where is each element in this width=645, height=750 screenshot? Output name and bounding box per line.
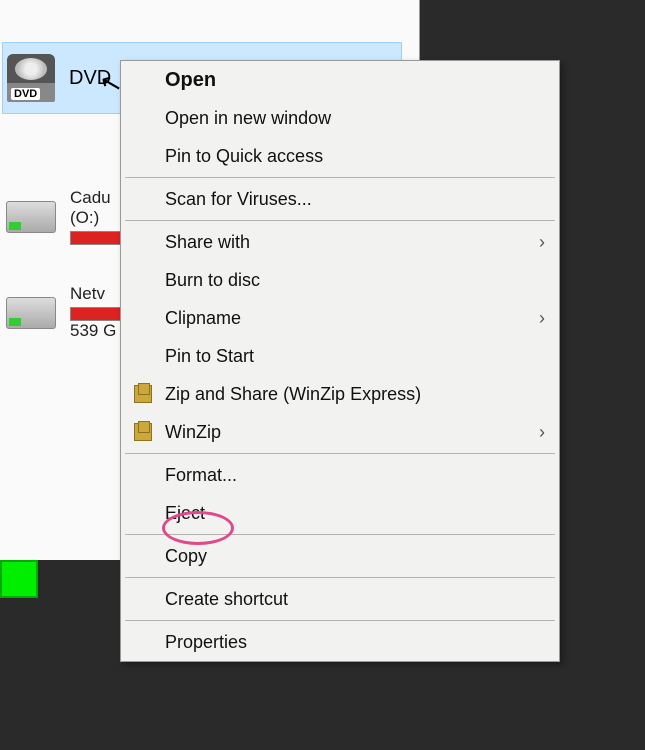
menu-pin-quick-access[interactable]: Pin to Quick access: [121, 137, 559, 175]
menu-label: Copy: [165, 546, 207, 567]
hdd-icon: [6, 297, 56, 329]
winzip-icon: [133, 384, 153, 404]
winzip-icon: [133, 422, 153, 442]
menu-label: Create shortcut: [165, 589, 288, 610]
menu-label: Format...: [165, 465, 237, 486]
menu-separator: [125, 577, 555, 578]
menu-pin-to-start[interactable]: Pin to Start: [121, 337, 559, 375]
drive-o-usage-bar: [70, 231, 125, 245]
menu-separator: [125, 453, 555, 454]
menu-share-with[interactable]: Share with ›: [121, 223, 559, 261]
chevron-right-icon: ›: [539, 308, 545, 329]
menu-label: Share with: [165, 232, 250, 253]
menu-copy[interactable]: Copy: [121, 537, 559, 575]
drive-net-label: Netv: [70, 284, 125, 304]
chevron-right-icon: ›: [539, 232, 545, 253]
drive-item-o[interactable]: Cadu (O:): [2, 184, 129, 249]
menu-create-shortcut[interactable]: Create shortcut: [121, 580, 559, 618]
context-menu: Open Open in new window Pin to Quick acc…: [120, 60, 560, 662]
menu-label: Eject: [165, 503, 205, 524]
menu-label: Clipname: [165, 308, 241, 329]
menu-zip-and-share[interactable]: Zip and Share (WinZip Express): [121, 375, 559, 413]
menu-scan-viruses[interactable]: Scan for Viruses...: [121, 180, 559, 218]
menu-label: Burn to disc: [165, 270, 260, 291]
menu-separator: [125, 620, 555, 621]
menu-properties[interactable]: Properties: [121, 623, 559, 661]
menu-format[interactable]: Format...: [121, 456, 559, 494]
menu-open-new-window[interactable]: Open in new window: [121, 99, 559, 137]
menu-label: Scan for Viruses...: [165, 189, 312, 210]
drive-item-network[interactable]: Netv 539 G: [2, 280, 129, 345]
drive-o-letter: (O:): [70, 208, 125, 228]
menu-separator: [125, 220, 555, 221]
menu-label: WinZip: [165, 422, 221, 443]
chevron-right-icon: ›: [539, 422, 545, 443]
menu-label: Pin to Start: [165, 346, 254, 367]
menu-label: Pin to Quick access: [165, 146, 323, 167]
menu-winzip[interactable]: WinZip ›: [121, 413, 559, 451]
menu-open[interactable]: Open: [121, 61, 559, 99]
drive-net-usage-bar: [70, 307, 125, 321]
menu-separator: [125, 177, 555, 178]
taskbar-icon[interactable]: [0, 560, 38, 598]
menu-open-label: Open: [165, 69, 216, 92]
menu-label: Properties: [165, 632, 247, 653]
drive-net-size: 539 G: [70, 321, 125, 341]
dvd-drive-icon: DVD: [7, 54, 55, 102]
hdd-icon: [6, 201, 56, 233]
menu-burn-to-disc[interactable]: Burn to disc: [121, 261, 559, 299]
drive-o-label: Cadu: [70, 188, 125, 208]
menu-eject[interactable]: Eject: [121, 494, 559, 532]
menu-label: Zip and Share (WinZip Express): [165, 384, 421, 405]
dvd-badge: DVD: [11, 88, 40, 100]
menu-label: Open in new window: [165, 108, 331, 129]
menu-separator: [125, 534, 555, 535]
menu-clipname[interactable]: Clipname ›: [121, 299, 559, 337]
